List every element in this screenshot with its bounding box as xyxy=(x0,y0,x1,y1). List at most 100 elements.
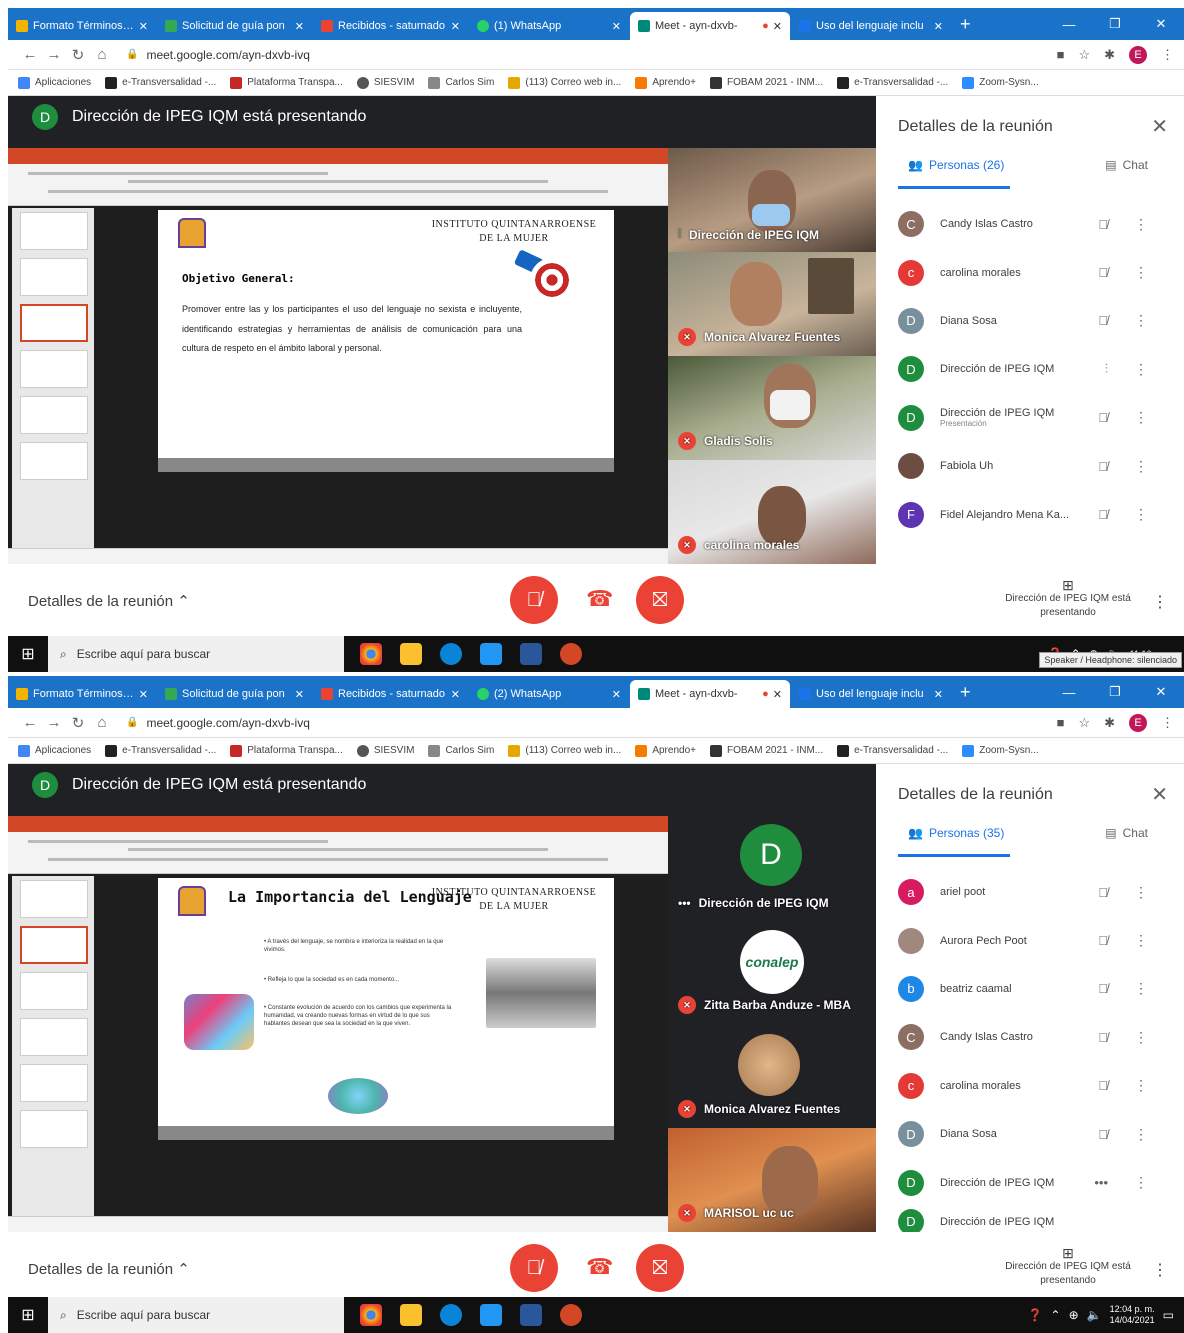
star-icon[interactable]: ☆ xyxy=(1078,715,1090,731)
slide-thumbnail[interactable] xyxy=(20,972,88,1010)
close-tab-icon[interactable]: ✕ xyxy=(773,688,782,701)
browser-tab[interactable]: (1) WhatsApp ✕ xyxy=(469,12,629,40)
menu-icon[interactable]: ⋮ xyxy=(1161,715,1174,731)
close-icon[interactable]: ✕ xyxy=(1151,782,1168,807)
edge-icon[interactable] xyxy=(440,643,462,665)
close-tab-icon[interactable]: ✕ xyxy=(139,20,148,33)
participant-tile[interactable]: ✕ carolina morales xyxy=(668,460,876,564)
mic-off-icon[interactable]: 🎙̸ xyxy=(1098,459,1108,474)
back-icon[interactable]: ← xyxy=(18,46,42,63)
close-tab-icon[interactable]: ✕ xyxy=(295,688,304,701)
browser-tab[interactable]: (2) WhatsApp ✕ xyxy=(469,680,629,708)
close-tab-icon[interactable]: ✕ xyxy=(612,20,621,33)
mic-off-icon[interactable]: 🎙̸ xyxy=(1098,410,1108,425)
more-options-icon[interactable]: ⋮ xyxy=(1152,1260,1168,1280)
restore-icon[interactable]: ❐ xyxy=(1092,16,1138,32)
browser-tab[interactable]: Recibidos - saturnado ✕ xyxy=(313,680,468,708)
close-tab-icon[interactable]: ✕ xyxy=(139,688,148,701)
more-options-icon[interactable]: ⋮ xyxy=(1134,458,1148,475)
mic-off-icon[interactable]: 🎙̸ xyxy=(1098,885,1108,900)
more-options-icon[interactable]: ⋮ xyxy=(1134,1077,1148,1094)
more-options-icon[interactable]: ⋮ xyxy=(1134,1126,1148,1143)
list-item[interactable]: D Dirección de IPEG IQM ••• ⋮ xyxy=(876,1158,1184,1206)
slide-thumbnail[interactable] xyxy=(20,1110,88,1148)
participant-tile[interactable]: D ••• Dirección de IPEG IQM xyxy=(668,816,876,920)
browser-tab[interactable]: Solicitud de guía pon ✕ xyxy=(157,12,312,40)
participant-tile[interactable]: conalep ✕ Zitta Barba Anduze - MBA xyxy=(668,920,876,1024)
mic-off-icon[interactable]: 🎙̸ xyxy=(1098,981,1108,996)
mic-off-icon[interactable]: 🎙̸ xyxy=(1098,265,1108,280)
profile-avatar[interactable]: E xyxy=(1129,45,1147,64)
home-icon[interactable]: ⌂ xyxy=(90,714,114,731)
mic-off-icon[interactable]: 🎙̸ xyxy=(1098,217,1108,232)
extensions-icon[interactable]: ✱ xyxy=(1104,715,1115,731)
chrome-icon[interactable] xyxy=(360,1304,382,1326)
close-tab-icon[interactable]: ✕ xyxy=(451,20,460,33)
list-item[interactable]: c carolina morales 🎙̸ ⋮ xyxy=(876,248,1184,296)
browser-tab[interactable]: Solicitud de guía pon ✕ xyxy=(157,680,312,708)
slide-thumbnail[interactable] xyxy=(20,396,88,434)
slide-thumbnail[interactable] xyxy=(20,350,88,388)
bookmark[interactable]: FOBAM 2021 - INM... xyxy=(709,744,823,757)
bookmark[interactable]: e-Transversalidad -... xyxy=(105,744,216,757)
more-options-icon[interactable]: ⋮ xyxy=(1134,1174,1148,1191)
meeting-details-button[interactable]: Detalles de la reunión ⌃ xyxy=(28,1260,190,1278)
mic-off-icon[interactable]: 🎙̸ xyxy=(1098,1030,1108,1045)
bookmark[interactable]: e-Transversalidad -... xyxy=(837,744,948,757)
presenting-status[interactable]: ⊞ Dirección de IPEG IQM está presentando xyxy=(998,578,1138,620)
more-options-icon[interactable]: ⋮ xyxy=(1134,361,1148,378)
bookmark[interactable]: SIESVIM xyxy=(356,76,414,89)
close-tab-icon[interactable]: ✕ xyxy=(295,20,304,33)
url-field[interactable]: 🔒 meet.google.com/ayn-dxvb-ivq xyxy=(126,43,1045,67)
bookmark[interactable]: Aprendo+ xyxy=(635,76,696,89)
participant-tile[interactable]: ✕ MARISOL uc uc xyxy=(668,1128,876,1232)
bookmark[interactable]: Zoom-Sysn... xyxy=(962,76,1039,89)
bookmark[interactable]: Carlos Sim xyxy=(428,744,494,757)
forward-icon[interactable]: → xyxy=(42,714,66,731)
clock[interactable]: 12:04 p. m. 14/04/2021 xyxy=(1110,1304,1155,1326)
list-item[interactable]: F Fidel Alejandro Mena Ka... 🎙̸ ⋮ xyxy=(876,490,1184,538)
tab-chat[interactable]: ▤ Chat xyxy=(1105,826,1148,840)
usb-icon[interactable]: ⊕ xyxy=(1069,1308,1079,1322)
more-options-icon[interactable]: ⋮ xyxy=(1134,264,1148,281)
list-item[interactable]: Fabiola Uh 🎙̸ ⋮ xyxy=(876,442,1184,490)
bookmark[interactable]: Plataforma Transpa... xyxy=(230,76,343,89)
list-item[interactable]: C Candy Islas Castro 🎙̸ ⋮ xyxy=(876,1013,1184,1061)
bookmark[interactable]: Aprendo+ xyxy=(635,744,696,757)
mic-toggle-button[interactable]: 🎙̸ xyxy=(510,1244,558,1292)
close-tab-icon[interactable]: ✕ xyxy=(773,20,782,33)
mic-toggle-button[interactable]: 🎙̸ xyxy=(510,576,558,624)
chrome-icon[interactable] xyxy=(360,643,382,665)
slide-thumbnail[interactable] xyxy=(20,442,88,480)
star-icon[interactable]: ☆ xyxy=(1078,47,1090,63)
mic-off-icon[interactable]: 🎙̸ xyxy=(1098,507,1108,522)
camera-toggle-button[interactable]: ⛝ xyxy=(636,576,684,624)
browser-tab[interactable]: Formato Términos de r ✕ xyxy=(8,12,156,40)
participant-tile[interactable]: ⫶ Dirección de IPEG IQM xyxy=(668,148,876,252)
list-item[interactable]: D Dirección de IPEG IQM Presentación 🎙̸ ⋮ xyxy=(876,394,1184,442)
word-icon[interactable] xyxy=(520,1304,542,1326)
new-tab-icon[interactable]: + xyxy=(960,14,971,35)
powerpoint-icon[interactable] xyxy=(560,1304,582,1326)
meeting-details-button[interactable]: Detalles de la reunión ⌃ xyxy=(28,592,190,610)
bookmark[interactable]: Plataforma Transpa... xyxy=(230,744,343,757)
mic-off-icon[interactable]: 🎙̸ xyxy=(1098,933,1108,948)
slide-thumbnail[interactable] xyxy=(20,1064,88,1102)
mic-off-icon[interactable]: 🎙̸ xyxy=(1098,1127,1108,1142)
leave-call-button[interactable]: ☎ xyxy=(586,1254,613,1280)
more-options-icon[interactable]: ⋮ xyxy=(1134,216,1148,233)
store-icon[interactable] xyxy=(480,1304,502,1326)
file-explorer-icon[interactable] xyxy=(400,1304,422,1326)
slide-thumbnail[interactable] xyxy=(20,880,88,918)
bookmark[interactable]: Zoom-Sysn... xyxy=(962,744,1039,757)
participant-tile[interactable]: ✕ Monica Alvarez Fuentes xyxy=(668,252,876,356)
mic-off-icon[interactable]: 🎙̸ xyxy=(1098,1078,1108,1093)
browser-tab-active[interactable]: Meet - ayn-dxvb- ● ✕ xyxy=(630,12,790,40)
extensions-icon[interactable]: ✱ xyxy=(1104,47,1115,63)
notifications-icon[interactable]: ▭ xyxy=(1163,1308,1174,1322)
back-icon[interactable]: ← xyxy=(18,714,42,731)
more-options-icon[interactable]: ⋮ xyxy=(1134,506,1148,523)
powerpoint-icon[interactable] xyxy=(560,643,582,665)
list-item[interactable]: Aurora Pech Poot 🎙̸ ⋮ xyxy=(876,916,1184,964)
more-options-icon[interactable]: ⋮ xyxy=(1134,884,1148,901)
